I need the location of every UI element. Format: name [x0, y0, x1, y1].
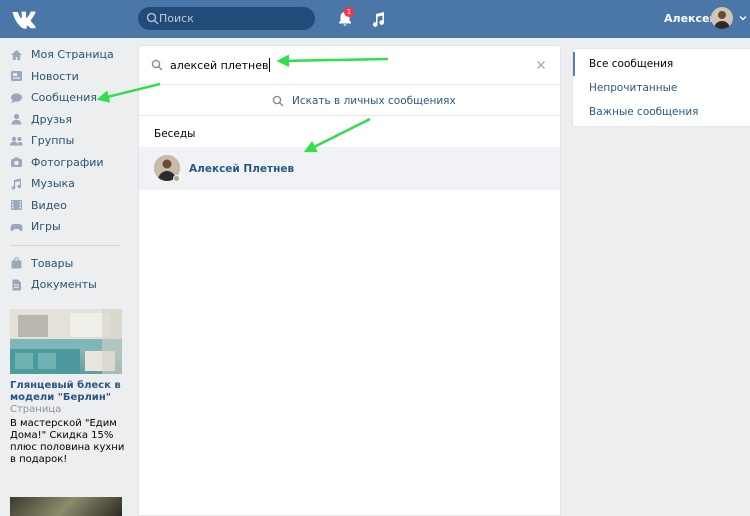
message-filters: Все сообщения Непрочитанные Важные сообщ…	[572, 48, 750, 127]
sidebar-item-label: Музыка	[31, 177, 75, 191]
camera-icon	[11, 157, 22, 168]
sidebar-item-label: Видео	[31, 198, 67, 212]
conversation-result[interactable]: Алексей Плетнев	[139, 147, 560, 190]
ad-text: В мастерской "Едим Дома!" Скидка 15% плю…	[10, 418, 125, 465]
filter-unread[interactable]: Непрочитанные	[573, 76, 750, 100]
sidebar-item-groups[interactable]: Группы	[0, 130, 128, 152]
user-name[interactable]: Алексей	[664, 12, 717, 25]
groups-icon	[10, 136, 23, 146]
search-in-messages-label: Искать в личных сообщениях	[292, 95, 456, 107]
messages-panel: алексей плетнев Искать в личных сообщени…	[138, 45, 561, 516]
messages-search-bar[interactable]: алексей плетнев	[139, 46, 560, 85]
video-icon	[11, 200, 22, 211]
sidebar-item-messages[interactable]: Сообщения	[0, 87, 128, 109]
music-icon[interactable]	[372, 11, 386, 27]
sidebar-item-friends[interactable]: Друзья	[0, 109, 128, 131]
close-icon[interactable]	[536, 60, 546, 70]
ad-subtitle: Страница	[10, 404, 62, 415]
notifications-badge: 1	[344, 7, 354, 17]
search-in-messages-button[interactable]: Искать в личных сообщениях	[139, 86, 560, 116]
sidebar-item-label: Товары	[31, 256, 74, 270]
sidebar-item-my-page[interactable]: Моя Страница	[0, 44, 128, 66]
sidebar-item-label: Фотографии	[31, 155, 104, 169]
conversation-name[interactable]: Алексей Плетнев	[189, 163, 294, 175]
games-icon	[10, 223, 23, 231]
sidebar: Моя Страница Новости Сообщения Друзья Гр…	[0, 44, 128, 296]
sidebar-item-documents[interactable]: Документы	[0, 274, 128, 296]
sidebar-item-label: Сообщения	[31, 91, 98, 105]
sidebar-item-label: Группы	[31, 134, 75, 148]
search-icon	[272, 95, 284, 107]
sidebar-item-label: Моя Страница	[31, 48, 114, 62]
home-icon	[11, 49, 22, 60]
sidebar-divider	[10, 244, 120, 246]
friends-icon	[11, 114, 22, 125]
text-cursor	[269, 58, 270, 72]
vk-logo-icon[interactable]	[11, 9, 37, 29]
sidebar-item-video[interactable]: Видео	[0, 195, 128, 217]
section-title-conversations: Беседы	[154, 128, 196, 140]
ad-image-kitchen[interactable]	[10, 309, 122, 374]
filter-all-messages[interactable]: Все сообщения	[573, 52, 750, 76]
messages-search-input[interactable]: алексей плетнев	[170, 59, 268, 72]
online-indicator-icon	[173, 175, 180, 182]
sidebar-item-label: Игры	[31, 220, 61, 234]
sidebar-item-label: Документы	[31, 278, 97, 292]
news-icon	[11, 71, 22, 82]
sidebar-item-photos[interactable]: Фотографии	[0, 152, 128, 174]
search-placeholder: Поиск	[159, 12, 194, 25]
sidebar-item-label: Новости	[31, 69, 79, 83]
ad-image-secondary[interactable]	[10, 497, 122, 516]
messages-icon	[11, 92, 22, 104]
search-icon	[151, 59, 163, 71]
sidebar-item-news[interactable]: Новости	[0, 66, 128, 88]
filter-important[interactable]: Важные сообщения	[573, 100, 750, 124]
chevron-down-icon[interactable]	[739, 15, 747, 21]
avatar[interactable]	[711, 7, 733, 29]
top-bar: Поиск 1 Алексей	[0, 0, 750, 38]
search-icon	[146, 12, 159, 25]
document-icon	[12, 279, 21, 291]
sidebar-item-music[interactable]: Музыка	[0, 173, 128, 195]
header-search-input[interactable]: Поиск	[138, 7, 315, 30]
shopping-bag-icon	[11, 257, 22, 269]
ad-title[interactable]: Глянцевый блеск в модели "Берлин"	[10, 380, 125, 404]
sidebar-item-goods[interactable]: Товары	[0, 253, 128, 275]
music-note-icon	[11, 178, 21, 190]
sidebar-item-games[interactable]: Игры	[0, 216, 128, 238]
sidebar-item-label: Друзья	[31, 112, 73, 126]
